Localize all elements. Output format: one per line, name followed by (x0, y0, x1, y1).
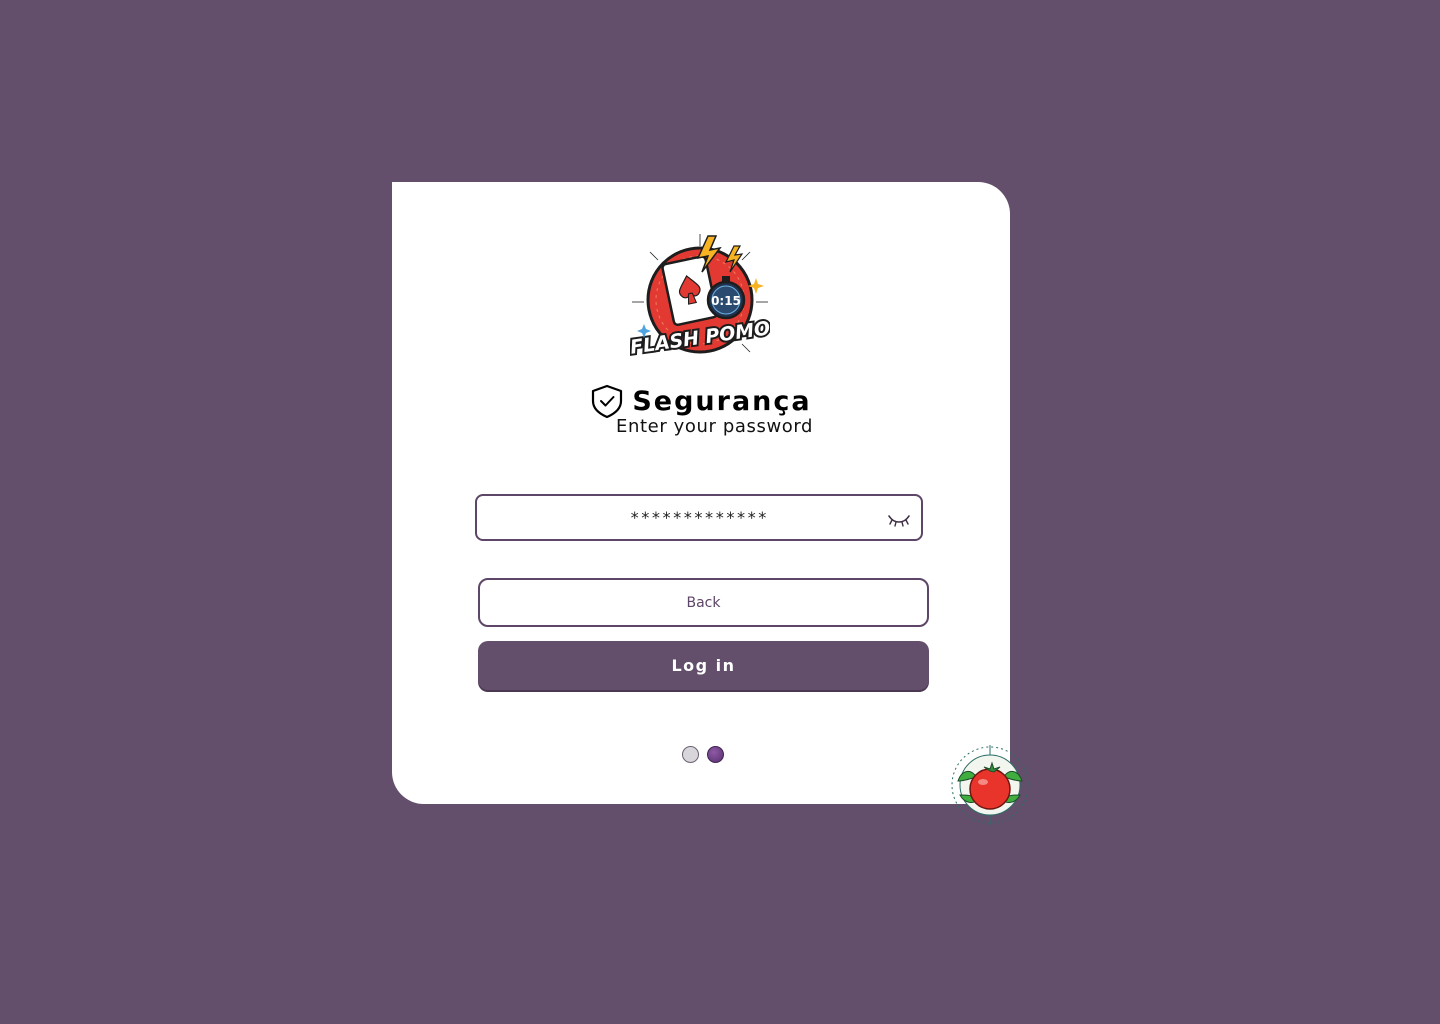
back-button[interactable]: Back (478, 578, 929, 627)
password-field (475, 494, 923, 541)
page-subtitle: Enter your password (616, 416, 814, 437)
shield-check-icon (592, 384, 623, 418)
eye-closed-icon[interactable] (887, 508, 911, 530)
page-title: Segurança (632, 385, 812, 417)
pagination-dot-1[interactable] (682, 746, 699, 763)
login-card: 0:15 FLASH POMO Segurança Enter your pas… (392, 182, 1010, 804)
pagination-dot-2[interactable] (707, 746, 724, 763)
title-row: Segurança (392, 384, 1010, 418)
login-button[interactable]: Log in (478, 641, 929, 690)
password-input[interactable] (477, 496, 921, 539)
pagination-dots (682, 746, 724, 763)
svg-text:0:15: 0:15 (711, 294, 741, 308)
flash-pomo-logo: 0:15 FLASH POMO (630, 234, 770, 361)
tomato-icon (951, 745, 1029, 825)
